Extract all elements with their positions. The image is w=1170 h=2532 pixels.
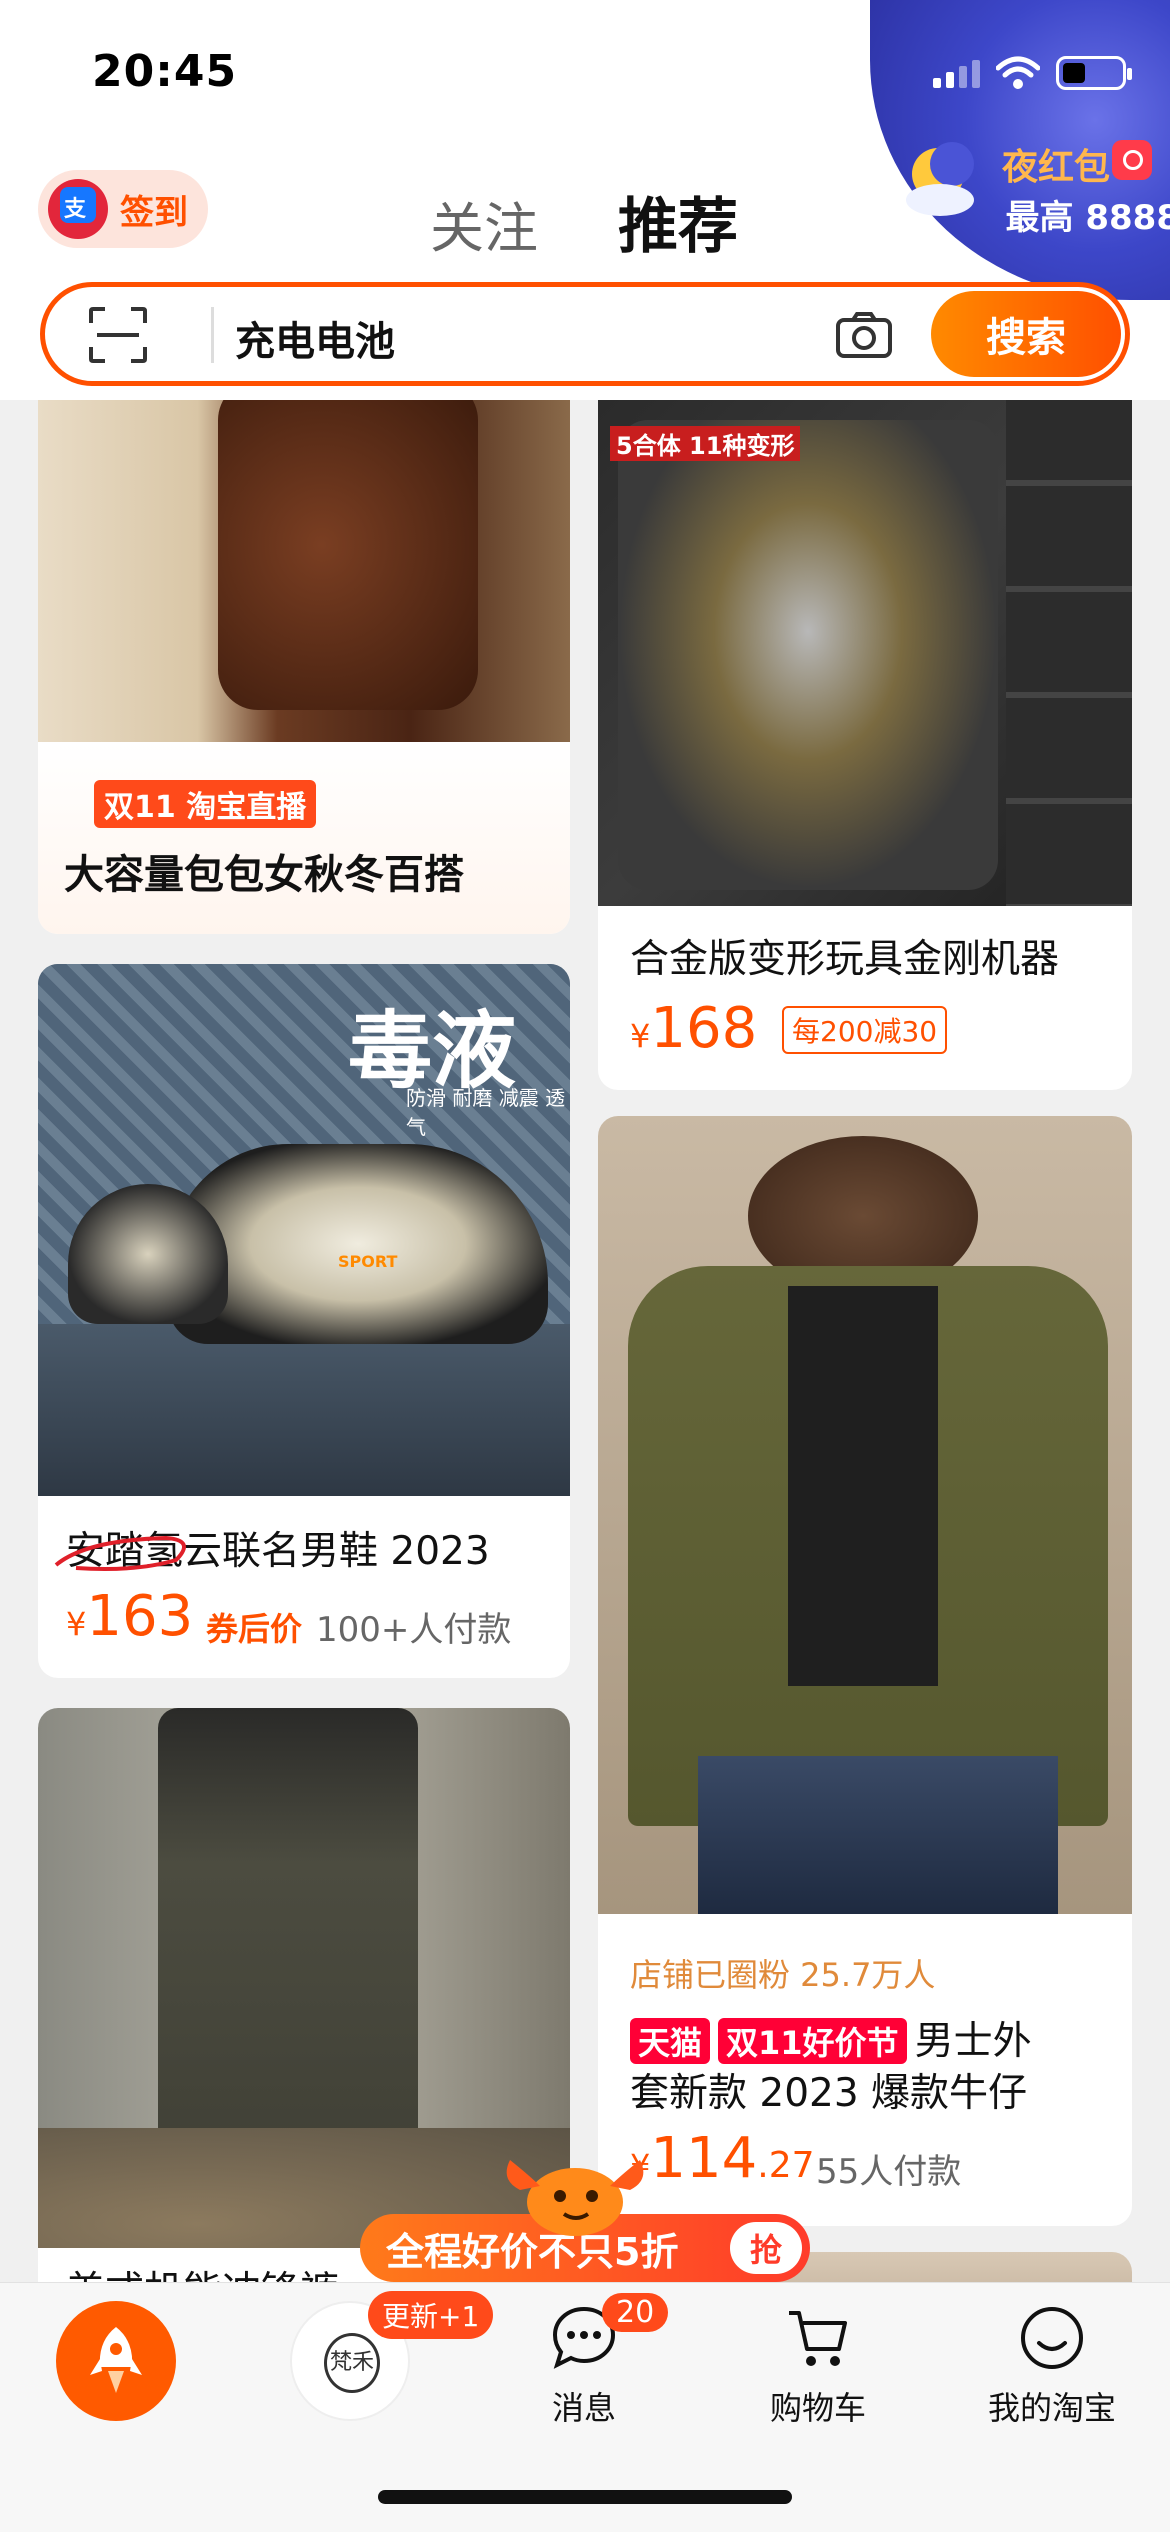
product-title: 大容量包包女秋冬百搭 [64,852,464,898]
product-card-bag[interactable]: 双11 淘宝直播 大容量包包女秋冬百搭 [38,380,570,934]
update-badge: 更新+1 [368,2291,494,2339]
checkin-button[interactable]: 支 签到 [38,170,208,248]
sales-count: 100+人付款 [316,1610,512,1650]
status-time: 20:45 [92,46,238,97]
product-title: 天猫 双11好价节 男士外 [630,2010,1032,2066]
product-price: ¥114.27 [630,2126,815,2191]
mascot-icon [506,2160,644,2236]
camera-icon[interactable] [835,311,893,359]
product-card-jacket[interactable]: 店铺已圈粉 25.7万人 天猫双11好价节男士外 套新款 2023 爆款牛仔 ¥… [598,1116,1132,2226]
product-card-shoes[interactable]: 毒液 防滑 耐磨 减震 透气 SPORT 安踏氢云联名男鞋 2023 ¥163 … [38,964,570,1678]
tab-follow[interactable]: 关注 [430,184,538,263]
search-bar[interactable]: 充电电池 搜索 [40,282,1130,386]
store-logo: 梵禾 [324,2333,380,2393]
tab-label: 我的淘宝 [987,2389,1116,2427]
search-input[interactable]: 充电电池 [235,309,395,367]
night-promo-subtitle: 最高 8888 [1005,198,1170,238]
product-card-robot[interactable]: 5合体 11种变形 合金版变形玩具金刚机器 ¥168 每200减30 [598,380,1132,1090]
product-title-line2: 套新款 2023 爆款牛仔 [630,2071,1028,2116]
tab-my-taobao[interactable]: 我的淘宝 [962,2303,1142,2429]
message-count-badge: 20 [602,2293,669,2332]
jacket-image [598,1116,1132,1914]
red-annotation-circle [54,1535,186,1571]
moon-cloud-icon [906,142,974,216]
product-price: ¥168 [630,996,758,1061]
shop-fans: 店铺已圈粉 25.7万人 [630,1956,936,1994]
live-tag: 双11 淘宝直播 [94,780,317,828]
product-price: ¥163 [66,1584,194,1649]
home-rocket-button[interactable] [56,2301,176,2421]
cellular-signal-icon [933,58,980,88]
grab-button[interactable]: 抢 [730,2222,802,2274]
wifi-icon [996,56,1040,89]
robot-image: 5合体 11种变形 [598,380,1132,906]
bag-image [38,380,570,742]
tab-label: 消息 [551,2389,616,2427]
shoes-image: 毒液 防滑 耐磨 减震 透气 SPORT [38,964,570,1496]
alarm-clock-icon [1112,140,1152,180]
home-indicator [378,2490,792,2504]
shopping-cart-icon [789,2311,847,2366]
shoes-image-features: 防滑 耐磨 减震 透气 [406,1086,566,1139]
feed-tabs: 关注 推荐 [430,178,738,265]
sales-count: 55人付款 [816,2152,962,2192]
tab-label: 购物车 [769,2389,866,2427]
night-promo-title[interactable]: 夜红包 [1002,138,1110,190]
product-title: 合金版变形玩具金刚机器 [630,937,1060,982]
scan-icon[interactable] [89,307,147,363]
tab-cart[interactable]: 购物车 [728,2303,908,2429]
status-icons [933,56,1132,90]
search-divider [211,307,214,363]
coupon-badge: 每200减30 [782,1006,948,1054]
search-button[interactable]: 搜索 [931,291,1121,377]
battery-icon [1056,56,1132,90]
alipay-icon: 支 [48,179,108,239]
rocket-icon [90,2327,142,2393]
shoe-brand-logo: SPORT [338,1252,398,1271]
price-note: 券后价 [206,1610,303,1648]
app-header: 20:45 夜红包 最高 8888 支 签到 关注 推荐 充电电池 搜索 [0,0,1170,400]
pants-image [38,1708,570,2248]
card-bottom [38,742,570,934]
robot-image-caption: 5合体 11种变形 [610,426,801,461]
checkin-label: 签到 [120,192,188,233]
smiley-icon [1021,2307,1083,2369]
tmall-badge: 天猫 [630,2018,711,2064]
double11-badge: 双11好价节 [718,2018,907,2064]
tab-recommend[interactable]: 推荐 [618,178,738,265]
